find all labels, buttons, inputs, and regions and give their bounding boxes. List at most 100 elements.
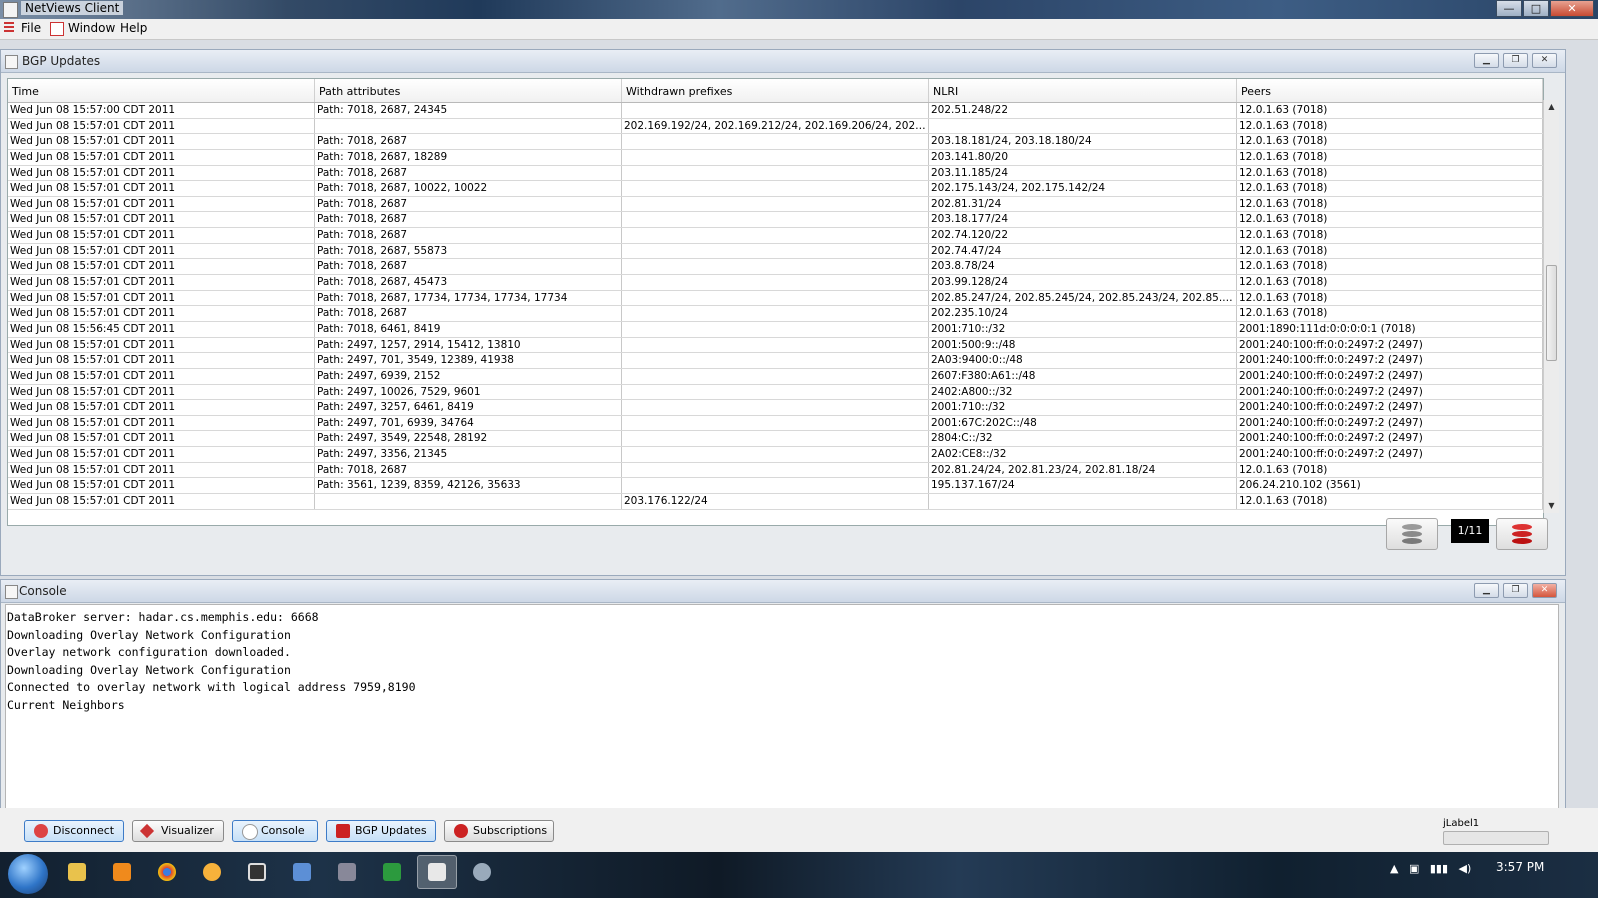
column-header-withdrawn-prefixes[interactable]: Withdrawn prefixes	[622, 79, 929, 102]
cell-peers: 12.0.1.63 (7018)	[1237, 165, 1543, 181]
table-body: Wed Jun 08 15:57:00 CDT 2011 Path: 7018, …	[8, 103, 1543, 510]
menu-help[interactable]: Help	[120, 21, 147, 35]
table-row[interactable]: Wed Jun 08 15:57:01 CDT 2011 202.169.192/…	[8, 118, 1543, 135]
cell-time: Wed Jun 08 15:57:01 CDT 2011	[8, 400, 315, 415]
windows-taskbar: ▲ ▣ ▮▮▮ ◀) 3:57 PM	[0, 852, 1598, 898]
frame-close-button[interactable]: ✕	[1532, 53, 1557, 68]
start-button-icon[interactable]	[8, 854, 48, 894]
table-row[interactable]: Wed Jun 08 15:57:01 CDT 2011 Path: 2497, …	[8, 400, 1543, 416]
table-row[interactable]: Wed Jun 08 15:57:01 CDT 2011 Path: 7018, …	[8, 196, 1543, 213]
table-row[interactable]: Wed Jun 08 15:57:01 CDT 2011 Path: 3561, …	[8, 478, 1543, 495]
cell-nlri: 203.99.128/24	[929, 275, 1237, 290]
table-row[interactable]: Wed Jun 08 15:57:01 CDT 2011 Path: 2497, …	[8, 353, 1543, 369]
maximize-button[interactable]: □	[1523, 0, 1549, 17]
close-button[interactable]: ✕	[1550, 0, 1594, 17]
disconnect-button[interactable]: Disconnect	[24, 820, 124, 842]
taskbar-java-icon[interactable]	[417, 855, 457, 889]
table-row[interactable]: Wed Jun 08 15:57:01 CDT 2011 Path: 7018, …	[8, 290, 1543, 307]
frame-minimize-button[interactable]: ▁	[1474, 583, 1499, 598]
taskbar-chrome-icon[interactable]	[147, 855, 187, 889]
table-row[interactable]: Wed Jun 08 15:57:01 CDT 2011 Path: 7018, …	[8, 212, 1543, 229]
table-row[interactable]: Wed Jun 08 15:57:01 CDT 2011 Path: 2497, …	[8, 447, 1543, 463]
cell-peers: 12.0.1.63 (7018)	[1237, 462, 1543, 478]
table-row[interactable]: Wed Jun 08 15:57:01 CDT 2011 Path: 7018, …	[8, 181, 1543, 197]
bgp-updates-label: BGP Updates	[355, 824, 427, 837]
taskbar-java-app-icon[interactable]	[462, 855, 502, 889]
scroll-down-arrow[interactable]: ▼	[1544, 499, 1559, 513]
visualizer-button[interactable]: Visualizer	[132, 820, 224, 842]
table-row[interactable]: Wed Jun 08 15:57:01 CDT 2011 Path: 7018, …	[8, 462, 1543, 479]
cell-nlri: 2001:710::/32	[929, 400, 1237, 415]
cell-time: Wed Jun 08 15:57:01 CDT 2011	[8, 384, 315, 400]
scroll-up-arrow[interactable]: ▲	[1544, 100, 1559, 114]
cell-time: Wed Jun 08 15:57:01 CDT 2011	[8, 165, 315, 181]
frame-icon	[5, 55, 18, 69]
table-row[interactable]: Wed Jun 08 15:57:00 CDT 2011 Path: 7018, …	[8, 103, 1543, 119]
table-row[interactable]: Wed Jun 08 15:57:01 CDT 2011 Path: 7018, …	[8, 134, 1543, 150]
scroll-thumb[interactable]	[1546, 265, 1557, 361]
bgp-updates-frame: BGP Updates ▁ ❐ ✕ Time Path attributes W…	[0, 49, 1566, 576]
cell-path-attributes: Path: 7018, 2687, 45473	[315, 275, 622, 290]
cell-path-attributes: Path: 7018, 2687, 10022, 10022	[315, 181, 622, 196]
column-header-time[interactable]: Time	[8, 79, 315, 102]
progress-bar	[1443, 831, 1549, 845]
cell-path-attributes	[315, 494, 622, 509]
console-output[interactable]: DataBroker server: hadar.cs.memphis.edu:…	[5, 604, 1559, 809]
cell-peers: 12.0.1.63 (7018)	[1237, 290, 1543, 306]
column-header-peers[interactable]: Peers	[1237, 79, 1543, 102]
table-row[interactable]: Wed Jun 08 15:57:01 CDT 2011 Path: 2497, …	[8, 384, 1543, 401]
menu-file[interactable]: File	[21, 21, 41, 35]
table-row[interactable]: Wed Jun 08 15:57:01 CDT 2011 Path: 7018, …	[8, 243, 1543, 260]
column-header-nlri[interactable]: NLRI	[929, 79, 1237, 102]
table-row[interactable]: Wed Jun 08 15:57:01 CDT 2011 Path: 2497, …	[8, 415, 1543, 432]
bgp-updates-icon	[336, 824, 350, 838]
taskbar-list-icon[interactable]	[237, 855, 277, 889]
taskbar-monitor-icon[interactable]	[372, 855, 412, 889]
bgp-updates-button[interactable]: BGP Updates	[326, 820, 436, 842]
console-button[interactable]: Console	[232, 820, 318, 842]
table-row[interactable]: Wed Jun 08 15:56:45 CDT 2011 Path: 7018, …	[8, 321, 1543, 338]
bgp-updates-table[interactable]: Time Path attributes Withdrawn prefixes …	[7, 78, 1544, 526]
frame-maximize-button[interactable]: ❐	[1503, 53, 1528, 68]
visualizer-label: Visualizer	[161, 824, 214, 837]
table-row[interactable]: Wed Jun 08 15:57:01 CDT 2011 Path: 7018, …	[8, 259, 1543, 276]
table-row[interactable]: Wed Jun 08 15:57:01 CDT 2011 203.176.122/…	[8, 494, 1543, 510]
minimize-button[interactable]: —	[1496, 0, 1522, 17]
table-row[interactable]: Wed Jun 08 15:57:01 CDT 2011 Path: 2497, …	[8, 337, 1543, 354]
frame-minimize-button[interactable]: ▁	[1474, 53, 1499, 68]
cell-peers: 2001:240:100:ff:0:0:2497:2 (2497)	[1237, 447, 1543, 462]
taskbar-explorer-icon[interactable]	[57, 855, 97, 889]
table-row[interactable]: Wed Jun 08 15:57:01 CDT 2011 Path: 7018, …	[8, 149, 1543, 166]
cell-path-attributes: Path: 2497, 701, 6939, 34764	[315, 415, 622, 431]
cell-peers: 12.0.1.63 (7018)	[1237, 275, 1543, 290]
frame-close-button[interactable]: ✕	[1532, 583, 1557, 598]
column-header-path-attributes[interactable]: Path attributes	[315, 79, 622, 102]
table-row[interactable]: Wed Jun 08 15:57:01 CDT 2011 Path: 7018, …	[8, 165, 1543, 182]
cell-time: Wed Jun 08 15:57:01 CDT 2011	[8, 494, 315, 509]
previous-page-button[interactable]	[1386, 518, 1438, 550]
frame-controls: ▁ ❐ ✕	[1470, 583, 1557, 598]
system-tray-icons[interactable]: ▲ ▣ ▮▮▮ ◀)	[1390, 862, 1471, 875]
taskbar-virtualbox-icon[interactable]	[282, 855, 322, 889]
cell-path-attributes: Path: 2497, 3549, 22548, 28192	[315, 431, 622, 447]
table-row[interactable]: Wed Jun 08 15:57:01 CDT 2011 Path: 2497, …	[8, 431, 1543, 448]
taskbar-media-player-icon[interactable]	[102, 855, 142, 889]
table-row[interactable]: Wed Jun 08 15:57:01 CDT 2011 Path: 7018, …	[8, 275, 1543, 291]
cell-withdrawn-prefixes	[622, 415, 929, 431]
cell-nlri	[929, 118, 1237, 134]
taskbar-app-icon[interactable]	[192, 855, 232, 889]
cell-time: Wed Jun 08 15:57:01 CDT 2011	[8, 353, 315, 368]
taskbar-clock[interactable]: 3:57 PM	[1496, 860, 1544, 874]
taskbar-network-icon[interactable]	[327, 855, 367, 889]
table-row[interactable]: Wed Jun 08 15:57:01 CDT 2011 Path: 2497, …	[8, 368, 1543, 385]
menu-window[interactable]: Window	[68, 21, 115, 35]
subscriptions-button[interactable]: Subscriptions	[444, 820, 554, 842]
table-row[interactable]: Wed Jun 08 15:57:01 CDT 2011 Path: 7018, …	[8, 306, 1543, 322]
table-row[interactable]: Wed Jun 08 15:57:01 CDT 2011 Path: 7018, …	[8, 228, 1543, 244]
frame-maximize-button[interactable]: ❐	[1503, 583, 1528, 598]
table-vertical-scrollbar[interactable]: ▲ ▼	[1543, 100, 1559, 513]
next-page-button[interactable]	[1496, 518, 1548, 550]
cell-path-attributes: Path: 7018, 2687	[315, 259, 622, 275]
cell-time: Wed Jun 08 15:57:01 CDT 2011	[8, 212, 315, 228]
cell-nlri: 202.74.120/22	[929, 228, 1237, 243]
